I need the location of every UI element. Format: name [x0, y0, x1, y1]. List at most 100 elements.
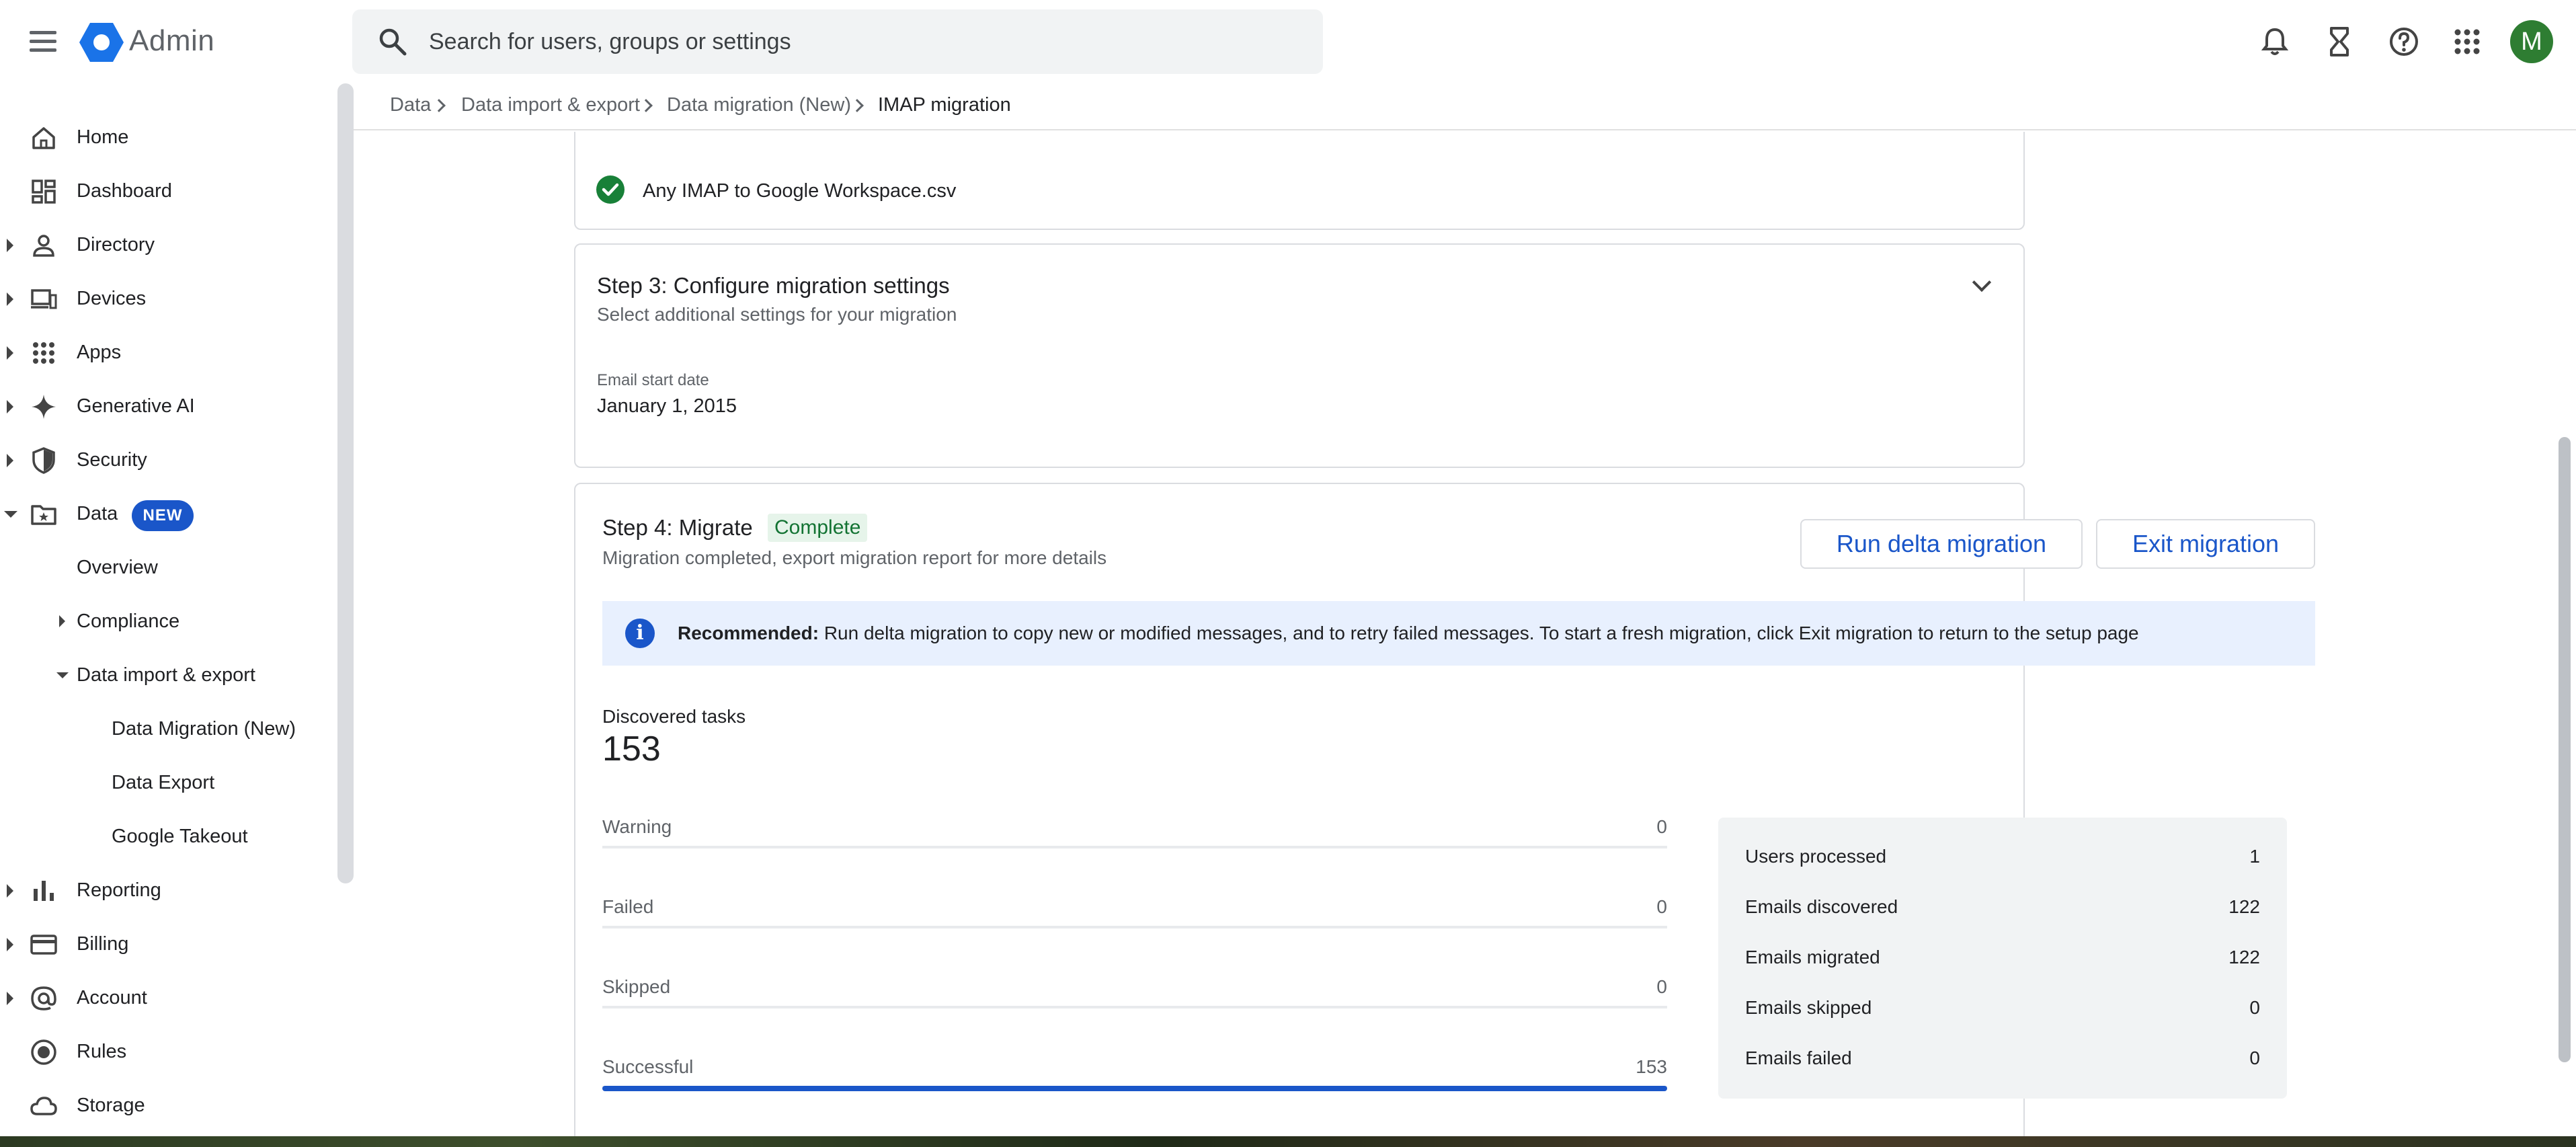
summary-row-emails-migrated: Emails migrated 122 — [1745, 941, 2260, 975]
sidebar-item-reporting[interactable]: Reporting — [0, 867, 336, 914]
google-apps-icon[interactable] — [2450, 24, 2485, 59]
sidebar-item-billing[interactable]: Billing — [0, 921, 336, 968]
sparkle-icon — [32, 395, 56, 419]
admin-logo-icon — [79, 23, 124, 62]
step4-title: Step 4: Migrate — [602, 515, 753, 540]
expand-caret-icon — [7, 938, 13, 951]
sidebar-item-label: Apps — [77, 342, 122, 363]
step3-title: Step 3: Configure migration settings — [597, 273, 950, 298]
sidebar-item-label: Data — [77, 503, 118, 524]
expand-caret-icon — [7, 400, 13, 413]
stat-row-skipped: Skipped 0 — [602, 967, 1667, 1008]
main-menu-icon[interactable] — [26, 26, 61, 58]
sidebar-item-data-migration-new[interactable]: Data Migration (New) — [0, 706, 336, 753]
stat-value: 153 — [1636, 1056, 1667, 1077]
collapse-caret-icon — [4, 511, 17, 518]
stat-label: Failed — [602, 896, 654, 917]
sidebar-item-label: Data Migration (New) — [112, 718, 296, 740]
summary-value: 1 — [2249, 846, 2260, 867]
sidebar-item-generative-ai[interactable]: Generative AI — [0, 383, 336, 430]
sidebar-item-google-takeout[interactable]: Google Takeout — [0, 814, 336, 861]
search-icon — [379, 28, 407, 56]
breadcrumb-imap-migration: IMAP migration — [878, 94, 1011, 116]
step4-card: Step 4: Migrate Complete Migration compl… — [574, 483, 2315, 1138]
sidebar-item-directory[interactable]: Directory — [0, 222, 336, 269]
sidebar-item-storage[interactable]: Storage — [0, 1082, 336, 1130]
chevron-down-icon[interactable] — [1972, 272, 1992, 292]
sidebar-scrollbar[interactable] — [337, 83, 354, 883]
sidebar-item-overview[interactable]: Overview — [0, 545, 336, 592]
summary-label: Users processed — [1745, 846, 1887, 867]
sidebar-item-label: Google Takeout — [112, 826, 248, 847]
discovered-tasks-value: 153 — [602, 729, 661, 768]
summary-row-users-processed: Users processed 1 — [1745, 840, 2260, 874]
sidebar-item-label: Data Export — [112, 772, 215, 793]
email-start-date-value: January 1, 2015 — [597, 395, 737, 417]
sidebar-item-home[interactable]: Home — [0, 114, 336, 161]
notifications-bell-icon[interactable] — [2257, 24, 2292, 59]
sidebar-item-label: Overview — [77, 557, 158, 578]
sidebar-item-dashboard[interactable]: Dashboard — [0, 168, 336, 215]
account-avatar[interactable]: M — [2510, 20, 2553, 63]
sidebar-item-devices[interactable]: Devices — [0, 276, 336, 323]
sidebar-item-rules[interactable]: Rules — [0, 1029, 336, 1076]
data-folder-icon — [31, 505, 56, 525]
step3-card: Step 3: Configure migration settings Sel… — [574, 243, 2025, 468]
expand-caret-icon — [7, 292, 13, 306]
sidebar-item-label: Directory — [77, 234, 155, 255]
shield-icon — [32, 447, 55, 474]
expand-caret-icon — [7, 346, 13, 360]
discovered-tasks-label: Discovered tasks — [602, 706, 746, 727]
help-icon[interactable] — [2386, 24, 2421, 59]
stat-value: 0 — [1656, 896, 1667, 917]
breadcrumb-chevron-icon — [639, 99, 653, 112]
stat-row-warning: Warning 0 — [602, 807, 1667, 848]
stat-progress-track — [602, 1086, 1667, 1091]
sidebar-item-account[interactable]: Account — [0, 975, 336, 1022]
rules-icon — [31, 1039, 56, 1065]
breadcrumb-data-migration[interactable]: Data migration (New) — [667, 94, 851, 116]
summary-value: 122 — [2228, 947, 2260, 967]
tasks-hourglass-icon[interactable] — [2322, 24, 2357, 59]
sidebar-item-data-export[interactable]: Data Export — [0, 760, 336, 807]
summary-row-emails-skipped: Emails skipped 0 — [1745, 992, 2260, 1025]
content-scrollbar[interactable] — [2559, 437, 2571, 1062]
sidebar-item-compliance[interactable]: Compliance — [0, 598, 336, 645]
collapse-caret-icon — [56, 672, 69, 678]
sidebar-item-data-import-export[interactable]: Data import & export — [0, 652, 336, 699]
breadcrumb-data[interactable]: Data — [390, 94, 431, 116]
migration-summary-panel: Users processed 1 Emails discovered 122 … — [1718, 818, 2287, 1099]
exit-migration-button[interactable]: Exit migration — [2096, 519, 2315, 569]
expand-caret-icon — [7, 992, 13, 1005]
step4-subtitle: Migration completed, export migration re… — [602, 547, 1107, 568]
stat-row-successful: Successful 153 — [602, 1047, 1667, 1091]
banner-message: Recommended: Run delta migration to copy… — [678, 623, 2139, 644]
main-content: Any IMAP to Google Workspace.csv Step 3:… — [354, 132, 2552, 1138]
run-delta-migration-button[interactable]: Run delta migration — [1800, 519, 2083, 569]
expand-caret-icon — [7, 454, 13, 467]
sidebar-item-security[interactable]: Security — [0, 437, 336, 484]
stat-row-failed: Failed 0 — [602, 887, 1667, 928]
sidebar-item-data[interactable]: Data NEW — [0, 491, 336, 538]
devices-icon — [31, 289, 57, 309]
summary-label: Emails discovered — [1745, 896, 1898, 917]
summary-label: Emails failed — [1745, 1047, 1852, 1068]
sidebar-item-apps[interactable]: Apps — [0, 329, 336, 377]
summary-label: Emails skipped — [1745, 997, 1872, 1018]
sidebar-item-label: Devices — [77, 288, 147, 309]
search-bar[interactable] — [352, 9, 1323, 74]
summary-value: 122 — [2228, 896, 2260, 917]
breadcrumb-data-import-export[interactable]: Data import & export — [461, 94, 640, 116]
summary-value: 0 — [2249, 997, 2260, 1018]
at-sign-icon — [31, 986, 56, 1011]
sidebar-item-label: Home — [77, 126, 129, 148]
sidebar-item-label: Account — [77, 987, 147, 1008]
summary-value: 0 — [2249, 1047, 2260, 1068]
search-input[interactable] — [429, 9, 1303, 74]
sidebar-item-label: Generative AI — [77, 395, 195, 417]
new-badge: NEW — [132, 500, 194, 531]
step2-card: Any IMAP to Google Workspace.csv — [574, 132, 2025, 230]
sidebar-item-label: Security — [77, 449, 147, 471]
sidebar-item-label: Compliance — [77, 610, 180, 632]
stat-value: 0 — [1656, 976, 1667, 997]
